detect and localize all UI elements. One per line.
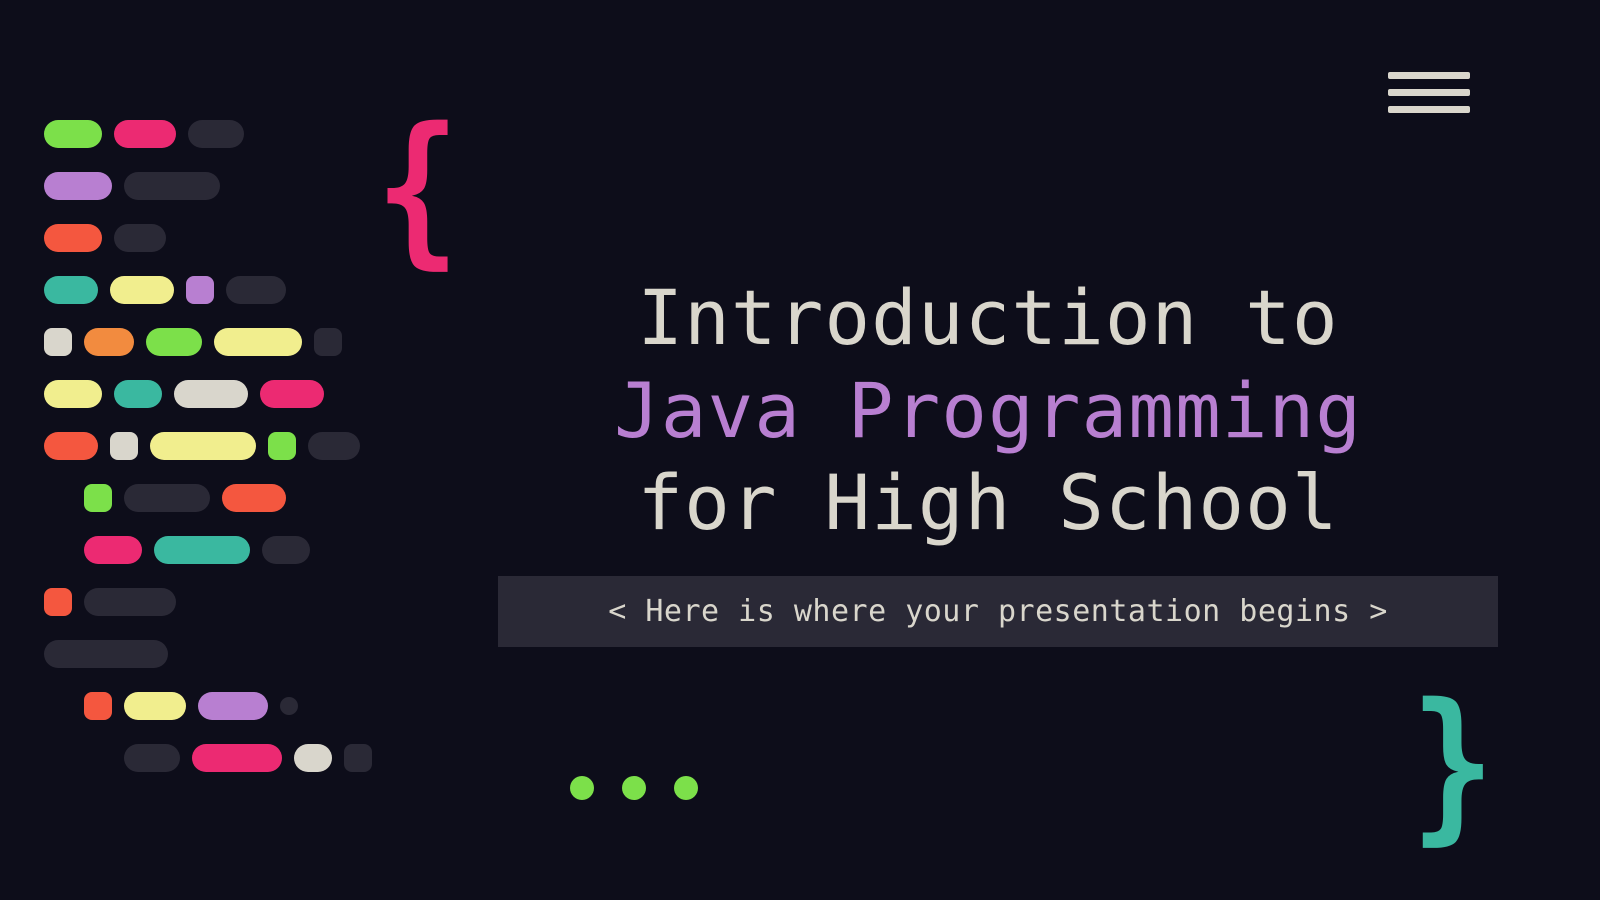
code-pill: [44, 588, 72, 616]
code-pill: [84, 536, 142, 564]
code-pill: [44, 640, 168, 668]
code-pill: [314, 328, 342, 356]
hamburger-bar: [1388, 72, 1470, 79]
subtitle-bar: < Here is where your presentation begins…: [498, 576, 1498, 647]
code-pill: [44, 328, 72, 356]
ellipsis-dots-decor: [570, 776, 698, 800]
code-pill: [294, 744, 332, 772]
code-pill: [114, 380, 162, 408]
code-pill: [124, 692, 186, 720]
code-pill: [124, 172, 220, 200]
code-pill: [146, 328, 202, 356]
code-pill: [150, 432, 256, 460]
code-pill: [186, 276, 214, 304]
code-pill: [84, 588, 176, 616]
code-pill: [308, 432, 360, 460]
open-brace-decor: {: [375, 92, 459, 284]
code-pill: [84, 484, 112, 512]
code-pill: [260, 380, 324, 408]
code-pill: [44, 120, 102, 148]
code-pill: [44, 224, 102, 252]
hamburger-bar: [1388, 106, 1470, 113]
code-pill: [154, 536, 250, 564]
code-pill: [262, 536, 310, 564]
code-pill: [44, 276, 98, 304]
code-pill: [268, 432, 296, 460]
code-pill: [344, 744, 372, 772]
close-brace-decor: }: [1410, 668, 1494, 860]
title-line-1: Introduction to: [498, 272, 1478, 365]
title-line-3: for High School: [498, 457, 1478, 550]
code-pill: [44, 172, 112, 200]
hamburger-menu-icon[interactable]: [1388, 72, 1470, 113]
code-pill: [84, 692, 112, 720]
code-pill: [198, 692, 268, 720]
code-pill: [114, 120, 176, 148]
code-pill: [114, 224, 166, 252]
code-pill: [226, 276, 286, 304]
code-pill: [192, 744, 282, 772]
code-pill: [84, 328, 134, 356]
code-pill: [280, 697, 298, 715]
code-pill: [174, 380, 248, 408]
title-line-2: Java Programming: [498, 365, 1478, 458]
code-pill: [222, 484, 286, 512]
code-pill: [44, 380, 102, 408]
code-pill: [124, 744, 180, 772]
code-pill: [110, 432, 138, 460]
code-pill: [188, 120, 244, 148]
code-pill: [110, 276, 174, 304]
code-pill: [44, 432, 98, 460]
hamburger-bar: [1388, 89, 1470, 96]
code-art-decor: [44, 120, 372, 772]
title-block: Introduction to Java Programming for Hig…: [498, 272, 1478, 647]
code-pill: [214, 328, 302, 356]
code-pill: [124, 484, 210, 512]
